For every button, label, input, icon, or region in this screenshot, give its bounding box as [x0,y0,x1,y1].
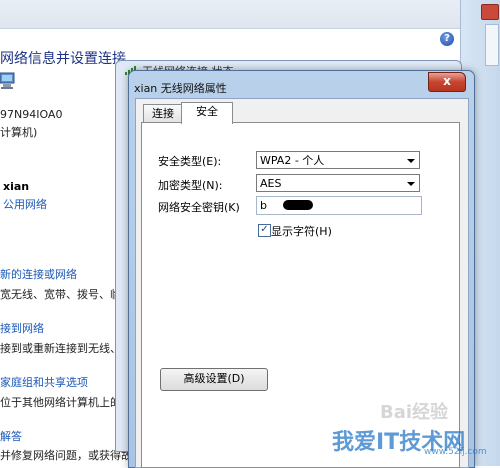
show-characters-label: 显示字符(H) [271,225,332,238]
close-button[interactable]: x [428,72,466,92]
security-type-select[interactable]: WPA2 - 个人 [256,151,420,169]
homegroup-link[interactable]: 家庭组和共享选项 [0,374,88,390]
security-type-label: 安全类型(E): [158,155,222,168]
encryption-type-value: AES [260,177,282,190]
encryption-type-select[interactable]: AES [256,174,420,192]
network-type-link[interactable]: 公用网络 [3,196,47,212]
side-window-panel [485,24,499,66]
tab-connection[interactable]: 连接 [143,104,183,123]
show-characters-checkbox[interactable]: ✓ [258,224,271,237]
troubleshoot-desc: 并修复网络问题，或获得故 [0,449,132,462]
help-icon[interactable]: ? [440,32,454,46]
security-type-value: WPA2 - 个人 [260,154,325,167]
advanced-settings-button[interactable]: 高级设置(D) [160,368,268,391]
troubleshoot-link[interactable]: 解答 [0,428,22,444]
security-key-input[interactable]: b [256,196,422,215]
top-bar [0,0,500,29]
setup-connection-link[interactable]: 新的连接或网络 [0,266,77,282]
network-name: xian [3,180,30,193]
tab-security[interactable]: 安全 [181,102,233,124]
connect-network-link[interactable]: 接到网络 [0,320,44,336]
redaction-scribble [283,200,313,210]
security-key-value: b [260,199,267,212]
baidu-watermark: Bai经验 [380,402,449,423]
dialog-title: xian 无线网络属性 [134,82,227,95]
encryption-type-label: 加密类型(N): [158,179,223,192]
side-window-close-icon[interactable] [481,4,499,20]
computer-icon [0,72,15,89]
connect-network-desc: 接到或重新连接到无线、有 [0,342,132,355]
computer-subtitle: 计算机) [0,126,38,139]
site-watermark-url: www.52ij.com [424,447,487,457]
homegroup-desc: 位于其他网络计算机上的 [0,396,121,409]
security-key-label: 网络安全密钥(K) [158,201,240,214]
page-title: 网络信息并设置连接 [0,51,126,67]
setup-connection-desc: 宽无线、宽带、拨号、临时 [0,288,132,301]
computer-name: 97N94IOA0 [0,108,63,121]
chevron-down-icon [407,182,415,186]
chevron-down-icon [407,159,415,163]
